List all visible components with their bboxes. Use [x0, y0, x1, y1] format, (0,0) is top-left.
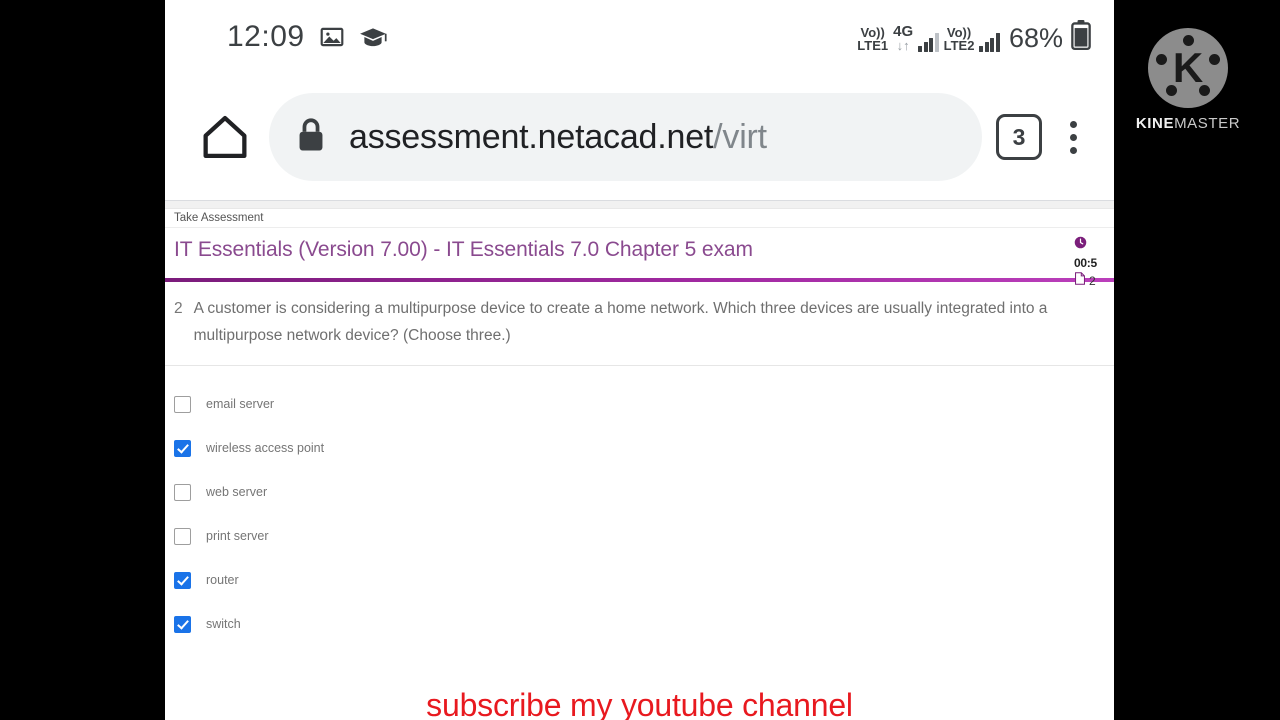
phone-screen: 12:09 Vo)) LTE1 4G ↓↑ Vo)) LTE2 68% asse… [165, 0, 1114, 720]
overflow-menu-icon[interactable] [1056, 114, 1090, 160]
sim2-volte-indicator: Vo)) LTE2 [944, 26, 975, 52]
kinemaster-wordmark: KINEMASTER [1136, 115, 1240, 132]
answer-option-switch[interactable]: switch [174, 602, 1114, 646]
exam-meta-panel: 00:5 2 [1074, 236, 1108, 290]
answer-label: web server [206, 485, 268, 500]
status-bar: 12:09 Vo)) LTE1 4G ↓↑ Vo)) LTE2 68% [165, 0, 1114, 74]
page-icon [1074, 272, 1086, 290]
kinemaster-watermark: K KINEMASTER [1136, 28, 1240, 132]
answer-label: email server [206, 397, 275, 412]
status-clock: 12:09 [227, 20, 305, 53]
answer-option-wireless-access-point[interactable]: wireless access point [174, 426, 1114, 470]
sim2-volte-bottom: LTE2 [943, 38, 975, 53]
network-type-label: 4G [893, 23, 914, 40]
sim2-signal-bars-icon [979, 32, 1000, 52]
checkbox-email-server[interactable] [174, 395, 191, 413]
page-top-strip [165, 201, 1114, 209]
page-count-value: 2 [1089, 274, 1096, 288]
browser-toolbar: assessment.netacad.net/virt 3 [165, 74, 1114, 200]
question-text: A customer is considering a multipurpose… [193, 300, 1048, 344]
url-domain: assessment.netacad.net [349, 117, 714, 156]
checkbox-web-server[interactable] [174, 483, 191, 501]
question-number: 2 [174, 300, 183, 318]
home-icon[interactable] [195, 110, 255, 164]
page-count-row: 2 [1074, 272, 1096, 290]
status-bar-left: 12:09 [227, 20, 387, 54]
checkbox-wireless-access-point[interactable] [174, 439, 191, 457]
lock-icon [295, 117, 327, 158]
url-text: assessment.netacad.net/virt [349, 118, 767, 157]
checkbox-print-server[interactable] [174, 527, 191, 545]
url-bar[interactable]: assessment.netacad.net/virt [269, 93, 982, 181]
battery-icon [1068, 20, 1094, 50]
kinemaster-wordmark-bold: KINE [1135, 115, 1175, 132]
answer-label: wireless access point [206, 441, 325, 456]
time-remaining: 00:5 [1074, 256, 1097, 270]
answer-options-list: email server wireless access point web s… [165, 366, 1114, 647]
answer-option-print-server[interactable]: print server [174, 514, 1114, 558]
answer-option-email-server[interactable]: email server [174, 382, 1114, 426]
tab-count-button[interactable]: 3 [996, 114, 1042, 160]
answer-option-router[interactable]: router [174, 558, 1114, 602]
status-bar-right: Vo)) LTE1 4G ↓↑ Vo)) LTE2 68% [857, 20, 1094, 54]
sim1-volte-indicator: Vo)) LTE1 [857, 26, 888, 52]
web-page-content: Take Assessment IT Essentials (Version 7… [165, 200, 1114, 720]
sim1-volte-bottom: LTE1 [857, 38, 889, 53]
checkbox-switch[interactable] [174, 615, 191, 633]
answer-label: switch [206, 617, 241, 632]
answer-label: print server [206, 529, 269, 544]
sim1-signal-bars-icon [918, 32, 939, 52]
subscribe-overlay-text: subscribe my youtube channel [426, 687, 853, 720]
url-path: /virt [713, 117, 767, 156]
page-title: IT Essentials (Version 7.00) - IT Essent… [174, 238, 753, 261]
question-block: 2 A customer is considering a multipurpo… [165, 282, 1114, 367]
kinemaster-logo-icon: K [1148, 28, 1228, 108]
timer-row [1074, 236, 1087, 254]
answer-option-web-server[interactable]: web server [174, 470, 1114, 514]
network-type-indicator: 4G ↓↑ [893, 24, 913, 52]
kinemaster-logo-letter: K [1172, 44, 1204, 91]
battery-percent-label: 68% [1008, 23, 1063, 53]
answer-label: router [206, 573, 239, 588]
checkbox-router[interactable] [174, 571, 191, 589]
image-icon [319, 24, 345, 50]
graduation-cap-icon [359, 24, 387, 50]
clock-icon [1074, 236, 1087, 254]
data-transfer-arrows-icon: ↓↑ [896, 38, 910, 53]
breadcrumb: Take Assessment [165, 209, 1114, 228]
kinemaster-wordmark-light: MASTER [1174, 115, 1241, 132]
exam-header: IT Essentials (Version 7.00) - IT Essent… [165, 228, 1114, 288]
screen-root: 12:09 Vo)) LTE1 4G ↓↑ Vo)) LTE2 68% asse… [0, 0, 1280, 720]
